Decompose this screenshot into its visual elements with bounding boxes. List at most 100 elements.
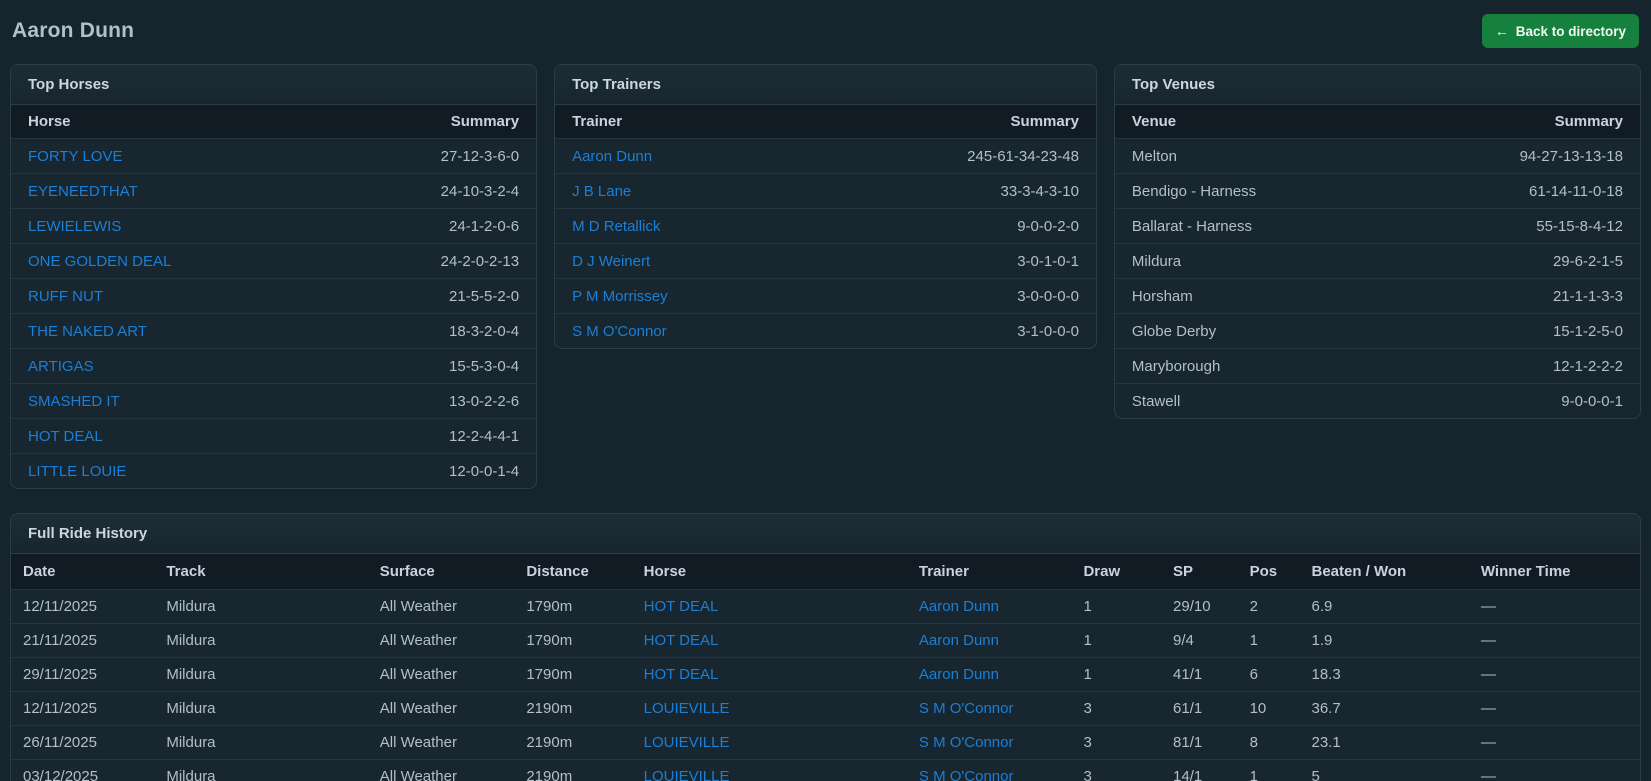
- horse-link[interactable]: HOT DEAL: [644, 632, 719, 649]
- horse-link[interactable]: ONE GOLDEN DEAL: [28, 253, 171, 270]
- distance-column-header: Distance: [514, 554, 632, 590]
- distance-cell: 1790m: [514, 623, 632, 658]
- trainer-link[interactable]: Aaron Dunn: [919, 666, 999, 683]
- table-row: LEWIELEWIS 24-1-2-0-6: [11, 208, 537, 243]
- trainer-link[interactable]: J B Lane: [572, 183, 631, 200]
- distance-cell: 2190m: [514, 725, 632, 760]
- table-row: Globe Derby 15-1-2-5-0: [1114, 313, 1640, 348]
- top-venues-header: Venue Summary: [1114, 105, 1640, 138]
- venue-summary: 94-27-13-13-18: [1519, 147, 1623, 165]
- top-horses-header: Horse Summary: [11, 105, 537, 138]
- table-row: 12/11/2025 Mildura All Weather 2190m LOU…: [11, 691, 1640, 726]
- horse-summary: 18-3-2-0-4: [449, 322, 520, 340]
- summary-cards-row: Top Horses Horse Summary FORTY LOVE 27-1…: [10, 64, 1641, 489]
- beaten-won-cell: 36.7: [1299, 691, 1469, 726]
- table-row: Ballarat - Harness 55-15-8-4-12: [1114, 208, 1640, 243]
- trainer-link[interactable]: S M O'Connor: [572, 323, 667, 340]
- horse-summary: 21-5-5-2-0: [449, 287, 520, 305]
- pos-cell: 8: [1237, 725, 1300, 760]
- trainer-link[interactable]: Aaron Dunn: [919, 632, 999, 649]
- table-row: Maryborough 12-1-2-2-2: [1114, 348, 1640, 383]
- track-cell: Mildura: [154, 589, 368, 624]
- horse-summary: 24-1-2-0-6: [449, 217, 520, 235]
- winner-time-cell: —: [1468, 691, 1640, 726]
- horse-link[interactable]: FORTY LOVE: [28, 148, 122, 165]
- draw-cell: 3: [1071, 725, 1162, 760]
- top-venues-card: Top Venues Venue Summary Melton 94-27-13…: [1113, 64, 1641, 419]
- trainer-link[interactable]: S M O'Connor: [919, 734, 1014, 751]
- horse-link[interactable]: LOUIEVILLE: [644, 700, 730, 717]
- distance-cell: 2190m: [514, 691, 632, 726]
- table-row: HOT DEAL 12-2-4-4-1: [11, 418, 537, 453]
- horse-summary: 15-5-3-0-4: [449, 357, 520, 375]
- venue-name: Horsham: [1131, 287, 1193, 305]
- trainer-link[interactable]: S M O'Connor: [919, 700, 1014, 717]
- table-row: Stawell 9-0-0-0-1: [1114, 383, 1640, 418]
- horse-link[interactable]: RUFF NUT: [28, 288, 103, 305]
- table-row: J B Lane 33-3-4-3-10: [555, 173, 1096, 208]
- horse-summary: 24-2-0-2-13: [440, 252, 520, 270]
- track-cell: Mildura: [154, 691, 368, 726]
- draw-cell: 3: [1071, 759, 1162, 781]
- table-row: EYENEEDTHAT 24-10-3-2-4: [11, 173, 537, 208]
- summary-column-header: Summary: [450, 113, 520, 130]
- top-horses-title: Top Horses: [11, 65, 537, 105]
- table-row: 29/11/2025 Mildura All Weather 1790m HOT…: [11, 657, 1640, 692]
- trainer-link[interactable]: M D Retallick: [572, 218, 660, 235]
- table-row: ONE GOLDEN DEAL 24-2-0-2-13: [11, 243, 537, 278]
- table-row: FORTY LOVE 27-12-3-6-0: [11, 138, 537, 173]
- horse-link[interactable]: EYENEEDTHAT: [28, 183, 138, 200]
- venue-summary: 15-1-2-5-0: [1552, 322, 1623, 340]
- distance-cell: 2190m: [514, 759, 632, 781]
- venue-summary: 9-0-0-0-1: [1561, 392, 1623, 410]
- page-title: Aaron Dunn: [12, 19, 135, 42]
- pos-cell: 1: [1237, 623, 1300, 658]
- horse-link[interactable]: ARTIGAS: [28, 358, 94, 375]
- beaten-won-cell: 1.9: [1299, 623, 1469, 658]
- venue-name: Stawell: [1131, 392, 1181, 410]
- horse-link[interactable]: LEWIELEWIS: [28, 218, 121, 235]
- horse-link[interactable]: HOT DEAL: [28, 428, 103, 445]
- table-row: Melton 94-27-13-13-18: [1114, 138, 1640, 173]
- venue-name: Mildura: [1131, 252, 1182, 270]
- venue-name: Ballarat - Harness: [1131, 217, 1252, 235]
- trainer-summary: 245-61-34-23-48: [967, 147, 1079, 165]
- table-row: Aaron Dunn 245-61-34-23-48: [555, 138, 1096, 173]
- distance-cell: 1790m: [514, 589, 632, 624]
- horse-link[interactable]: THE NAKED ART: [28, 323, 147, 340]
- draw-cell: 3: [1071, 691, 1162, 726]
- beaten-won-cell: 5: [1299, 759, 1469, 781]
- surface-cell: All Weather: [367, 657, 515, 692]
- back-to-directory-button[interactable]: ← Back to directory: [1481, 14, 1639, 48]
- top-horses-card: Top Horses Horse Summary FORTY LOVE 27-1…: [10, 64, 538, 489]
- track-cell: Mildura: [154, 657, 368, 692]
- table-row: Horsham 21-1-1-3-3: [1114, 278, 1640, 313]
- trainer-link[interactable]: Aaron Dunn: [572, 148, 652, 165]
- trainer-link[interactable]: D J Weinert: [572, 253, 650, 270]
- horse-link[interactable]: LOUIEVILLE: [644, 734, 730, 751]
- horse-link[interactable]: LOUIEVILLE: [644, 768, 730, 781]
- venue-summary: 29-6-2-1-5: [1552, 252, 1623, 270]
- horse-link[interactable]: LITTLE LOUIE: [28, 463, 126, 480]
- horse-link[interactable]: HOT DEAL: [644, 666, 719, 683]
- sp-cell: 61/1: [1161, 691, 1238, 726]
- top-trainers-title: Top Trainers: [555, 65, 1096, 105]
- summary-column-header: Summary: [1010, 113, 1079, 130]
- horse-link[interactable]: SMASHED IT: [28, 393, 120, 410]
- date-cell: 12/11/2025: [11, 691, 155, 726]
- page: Aaron Dunn ← Back to directory Top Horse…: [0, 0, 1651, 781]
- table-row: RUFF NUT 21-5-5-2-0: [11, 278, 537, 313]
- track-cell: Mildura: [154, 759, 368, 781]
- horse-link[interactable]: HOT DEAL: [644, 598, 719, 615]
- pos-column-header: Pos: [1237, 554, 1300, 590]
- trainer-link[interactable]: S M O'Connor: [919, 768, 1014, 781]
- top-trainers-card: Top Trainers Trainer Summary Aaron Dunn …: [554, 64, 1097, 349]
- back-button-label: Back to directory: [1515, 23, 1626, 39]
- surface-cell: All Weather: [367, 691, 515, 726]
- trainer-link[interactable]: P M Morrissey: [572, 288, 668, 305]
- trainer-link[interactable]: Aaron Dunn: [919, 598, 999, 615]
- venue-summary: 61-14-11-0-18: [1529, 182, 1623, 200]
- date-cell: 03/12/2025: [11, 759, 155, 781]
- horse-summary: 27-12-3-6-0: [440, 147, 520, 165]
- horse-summary: 12-0-0-1-4: [449, 462, 520, 480]
